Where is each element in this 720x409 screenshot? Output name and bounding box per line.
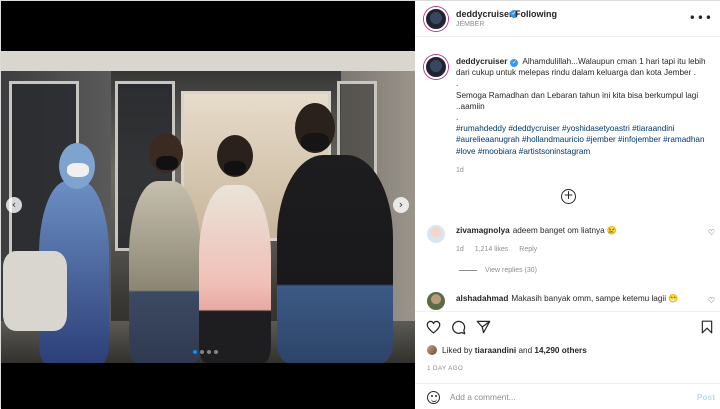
- instagram-post: ‹ › deddycruiser ✓ Following JEMBER ••• …: [0, 0, 720, 409]
- post-location[interactable]: JEMBER: [456, 21, 484, 28]
- likes-count[interactable]: 14,290 others: [534, 346, 586, 355]
- carousel-dot: [200, 350, 204, 354]
- save-icon[interactable]: [701, 320, 713, 334]
- carousel-dot: [214, 350, 218, 354]
- comment-icon[interactable]: [451, 320, 466, 335]
- commenter-avatar[interactable]: [427, 292, 445, 310]
- comment-text: Makasih banyak omm, sampe ketemu lagii 😁: [511, 294, 679, 303]
- carousel-prev-button[interactable]: ‹: [6, 197, 22, 213]
- post-caption: deddycruiser ✓ Alhamdulillah...Walaupun cm…: [456, 56, 714, 157]
- carousel-dot: [193, 350, 197, 354]
- caption-username[interactable]: deddycruiser: [456, 57, 507, 66]
- post-comment-button[interactable]: Post: [697, 392, 715, 402]
- like-icon[interactable]: [426, 320, 441, 334]
- comment-item: alshadahmad Makasih banyak omm, sampe ket…: [456, 293, 706, 304]
- caption-separator: .: [456, 113, 459, 123]
- caption-hashtags[interactable]: #rumahdeddy #deddycruiser #yoshidasetyoa…: [456, 123, 714, 157]
- more-options-icon[interactable]: •••: [689, 11, 713, 25]
- comment-like-icon[interactable]: ♡: [708, 296, 715, 305]
- following-button[interactable]: Following: [515, 9, 557, 19]
- action-bar: [415, 311, 720, 341]
- avatar[interactable]: [424, 7, 448, 31]
- share-icon[interactable]: [476, 320, 491, 334]
- caption-text-2: Semoga Ramadhan dan Lebaran tahun ini ki…: [456, 90, 699, 111]
- caption-avatar[interactable]: [424, 55, 448, 79]
- comment-likes[interactable]: 1,214 likes: [475, 246, 508, 253]
- likes-summary[interactable]: Liked by tiaraandini and 14,290 others: [427, 345, 587, 355]
- caption-separator: .: [456, 79, 459, 89]
- post-photo: [1, 51, 415, 363]
- add-comment-bar: Post: [415, 383, 720, 409]
- liker-username[interactable]: tiaraandini: [475, 346, 516, 355]
- commenter-avatar[interactable]: [427, 225, 445, 243]
- liker-avatar: [427, 345, 437, 355]
- post-header: deddycruiser ✓ Following JEMBER •••: [415, 1, 720, 37]
- verified-badge-icon: ✓: [510, 59, 519, 67]
- author-username[interactable]: deddycruiser: [456, 9, 513, 19]
- comment-time: 1d: [456, 246, 464, 253]
- post-timestamp: 1 DAY AGO: [427, 365, 464, 372]
- post-sidebar: deddycruiser ✓ Following JEMBER ••• dedd…: [415, 1, 720, 409]
- comment-username[interactable]: zivamagnolya: [456, 226, 510, 235]
- emoji-icon[interactable]: [427, 391, 440, 404]
- load-more-comments-button[interactable]: +: [561, 189, 576, 204]
- reply-button[interactable]: Reply: [519, 246, 537, 253]
- carousel-next-button[interactable]: ›: [393, 197, 409, 213]
- carousel-dot: [207, 350, 211, 354]
- comment-text: adeem banget om liatnya 😢: [512, 226, 618, 235]
- view-replies-button[interactable]: View replies (30): [459, 267, 537, 274]
- comment-input[interactable]: [450, 390, 650, 404]
- comment-like-icon[interactable]: ♡: [708, 228, 715, 237]
- carousel-indicator: [193, 350, 218, 354]
- post-media[interactable]: ‹ ›: [1, 1, 415, 409]
- caption-time: 1d: [456, 167, 464, 174]
- comment-item: zivamagnolya adeem banget om liatnya 😢: [456, 225, 706, 236]
- comment-meta: 1d 1,214 likes Reply: [456, 246, 548, 253]
- comment-username[interactable]: alshadahmad: [456, 294, 508, 303]
